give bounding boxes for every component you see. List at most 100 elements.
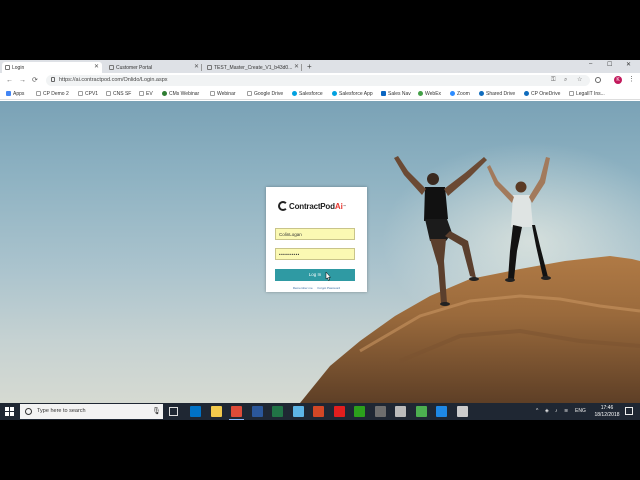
remember-me-link[interactable]: Remember me bbox=[293, 286, 313, 290]
mouse-pointer-icon bbox=[325, 272, 331, 281]
browser-toolbar: ← → ⟳ https://ai.contractpod.com/Onlido/… bbox=[0, 73, 640, 88]
onedrive-cloud-icon bbox=[479, 91, 484, 96]
notification-center-icon[interactable] bbox=[625, 407, 633, 415]
password-field[interactable] bbox=[275, 248, 355, 260]
tab-test-master[interactable]: TEST_Master_Create_V1_b43d0... ✕ bbox=[204, 62, 302, 73]
username-field[interactable] bbox=[275, 228, 355, 240]
url-text[interactable]: https://ai.contractpod.com/Onlido/Login.… bbox=[59, 77, 168, 84]
bookmark-cp-demo-2[interactable]: CP Demo 2 bbox=[36, 90, 69, 98]
tab-customer-portal[interactable]: Customer Portal ✕ bbox=[106, 62, 202, 73]
bookmark-sales-nav[interactable]: Sales Nav bbox=[381, 90, 411, 98]
extension-icon[interactable] bbox=[595, 77, 601, 83]
lock-icon[interactable] bbox=[51, 77, 55, 82]
new-tab-button[interactable]: + bbox=[307, 62, 312, 72]
address-bar[interactable]: https://ai.contractpod.com/Onlido/Login.… bbox=[46, 75, 590, 86]
tab-login[interactable]: Login ✕ bbox=[2, 62, 102, 73]
salesforce-cloud-icon bbox=[292, 91, 297, 96]
page-icon bbox=[78, 91, 83, 96]
reload-button[interactable]: ⟳ bbox=[32, 76, 38, 85]
bookmark-ev[interactable]: EV bbox=[139, 90, 153, 98]
close-window-button[interactable]: ✕ bbox=[626, 61, 631, 68]
onedrive-cloud-icon bbox=[524, 91, 529, 96]
apps-grid-icon bbox=[6, 91, 11, 96]
wifi-icon[interactable]: ≋ bbox=[564, 408, 568, 415]
file-explorer-icon[interactable] bbox=[210, 406, 222, 417]
bookmark-apps[interactable]: Apps bbox=[6, 90, 24, 98]
forgot-password-link[interactable]: Forgot Password bbox=[318, 286, 341, 290]
key-icon[interactable]: ⚿ bbox=[551, 77, 556, 84]
maximize-button[interactable]: ☐ bbox=[607, 61, 612, 68]
windows-taskbar: Type here to search 🎙 ^ ◈ ♪ ≋ ENG 17:46 … bbox=[0, 403, 640, 420]
outlook-icon[interactable] bbox=[190, 406, 201, 417]
tab-close-icon[interactable]: ✕ bbox=[94, 63, 99, 70]
webex-icon bbox=[418, 91, 423, 96]
tab-close-icon[interactable]: ✕ bbox=[194, 63, 199, 70]
volume-icon[interactable]: ♪ bbox=[555, 408, 558, 415]
powerpoint-icon[interactable] bbox=[313, 406, 324, 417]
zoom-icon[interactable]: ⌕ bbox=[564, 77, 567, 84]
page-icon bbox=[569, 91, 574, 96]
windows-start-icon[interactable] bbox=[5, 407, 14, 416]
webinar-icon bbox=[162, 91, 167, 96]
minimize-button[interactable]: – bbox=[589, 61, 592, 67]
login-page: ContractPodAi™ Log In Remember me Forgot… bbox=[0, 101, 640, 403]
bookmark-webex[interactable]: WebEx bbox=[418, 90, 441, 98]
contractpod-logo: ContractPod Ai ™ bbox=[278, 200, 346, 212]
word-icon[interactable] bbox=[251, 406, 263, 417]
bookmark-cms-webinar[interactable]: CMs Webinar bbox=[162, 90, 199, 98]
edge-icon[interactable] bbox=[436, 406, 447, 417]
bookmark-cp-onedrive[interactable]: CP OneDrive bbox=[524, 90, 560, 98]
tab-label: Login bbox=[12, 64, 25, 71]
quickbooks-icon[interactable] bbox=[354, 406, 365, 417]
hiker-woman bbox=[487, 157, 551, 282]
screen: Login ✕ Customer Portal ✕ TEST_Master_Cr… bbox=[0, 60, 640, 420]
excel-icon[interactable] bbox=[272, 406, 283, 417]
bookmark-cns-sf[interactable]: CNS SF bbox=[106, 90, 131, 98]
page-favicon-icon bbox=[5, 65, 10, 70]
bookmark-legalit[interactable]: LegalIT Ins... bbox=[569, 90, 605, 98]
forward-button[interactable]: → bbox=[19, 76, 26, 85]
bookmark-shared-drive[interactable]: Shared Drive bbox=[479, 90, 515, 98]
cortana-search-icon bbox=[25, 408, 32, 415]
clock-time[interactable]: 17:46 bbox=[596, 405, 618, 411]
page-favicon-icon bbox=[207, 65, 212, 70]
tab-label: Customer Portal bbox=[116, 64, 153, 71]
profile-avatar[interactable]: K bbox=[614, 76, 622, 84]
page-icon bbox=[36, 91, 41, 96]
star-icon[interactable]: ☆ bbox=[577, 77, 582, 84]
bookmark-salesforce[interactable]: Salesforce bbox=[292, 90, 323, 98]
tab-label: TEST_Master_Create_V1_b43d0... bbox=[214, 64, 293, 71]
network-icon[interactable]: ◈ bbox=[545, 408, 549, 415]
logo-ring-icon bbox=[278, 201, 288, 211]
browser-tab-strip: Login ✕ Customer Portal ✕ TEST_Master_Cr… bbox=[0, 60, 640, 73]
bookmark-zoom[interactable]: Zoom bbox=[450, 90, 470, 98]
bookmark-webinar[interactable]: Webinar bbox=[210, 90, 236, 98]
login-button[interactable]: Log In bbox=[275, 269, 355, 281]
bookmark-google-drive[interactable]: Google Drive bbox=[247, 90, 283, 98]
language-indicator[interactable]: ENG bbox=[575, 408, 586, 415]
taskbar-search-input[interactable]: Type here to search 🎙 bbox=[20, 404, 163, 419]
settings-icon[interactable] bbox=[395, 406, 406, 417]
globe-icon[interactable] bbox=[415, 406, 427, 417]
tray-chevron-icon[interactable]: ^ bbox=[536, 408, 538, 415]
store-icon[interactable] bbox=[292, 406, 304, 417]
login-card: ContractPodAi™ Log In Remember me Forgot… bbox=[266, 187, 367, 292]
chrome-icon[interactable] bbox=[229, 406, 244, 420]
tab-close-icon[interactable]: ✕ bbox=[294, 63, 299, 70]
clock-app-icon[interactable] bbox=[456, 406, 468, 417]
page-icon bbox=[106, 91, 111, 96]
login-footer-links: Remember me Forgot Password bbox=[266, 286, 367, 290]
back-button[interactable]: ← bbox=[6, 76, 13, 85]
bookmark-cpv1[interactable]: CPV1 bbox=[78, 90, 98, 98]
microphone-icon[interactable]: 🎙 bbox=[152, 407, 161, 415]
page-icon bbox=[247, 91, 252, 96]
browser-menu-button[interactable]: ⋮ bbox=[628, 76, 635, 84]
page-icon bbox=[139, 91, 144, 96]
linkedin-icon bbox=[381, 91, 386, 96]
acrobat-icon[interactable] bbox=[333, 406, 345, 417]
task-view-icon[interactable] bbox=[169, 407, 178, 416]
salesforce-cloud-icon bbox=[332, 91, 337, 96]
bookmark-salesforce-app[interactable]: Salesforce App bbox=[332, 90, 373, 98]
calculator-icon[interactable] bbox=[374, 406, 386, 417]
clock-date[interactable]: 18/12/2018 bbox=[593, 412, 621, 418]
